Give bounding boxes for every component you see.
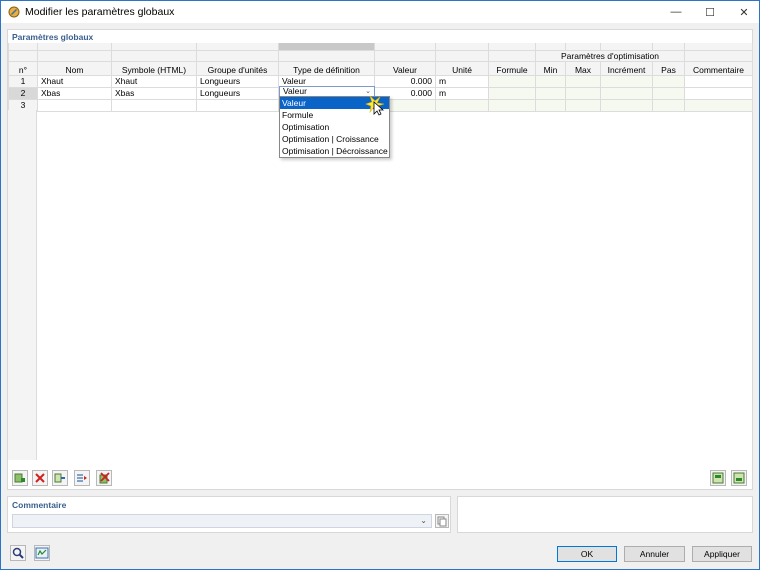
delete-row-button[interactable] xyxy=(32,470,48,486)
table-row[interactable]: 1 Xhaut Xhaut Longueurs Valeur 0.000 m xyxy=(8,74,753,88)
increment-cell[interactable] xyxy=(600,98,653,112)
formula-cell[interactable] xyxy=(488,74,536,88)
value-cell[interactable]: 0.000 xyxy=(374,74,436,88)
increment-cell[interactable] xyxy=(600,86,653,100)
delete-row-icon xyxy=(35,473,45,483)
close-button[interactable]: ✕ xyxy=(727,1,760,23)
move-row-button[interactable] xyxy=(74,470,90,486)
comment-title: Commentaire xyxy=(12,500,67,510)
comment-cell[interactable] xyxy=(684,86,753,100)
export-button[interactable] xyxy=(731,470,747,486)
max-cell[interactable] xyxy=(565,86,601,100)
step-cell[interactable] xyxy=(652,74,685,88)
comment-input[interactable]: ⌄ xyxy=(12,514,432,528)
maximize-button[interactable]: ☐ xyxy=(693,1,727,23)
mouse-cursor-icon xyxy=(365,95,385,116)
symbol-cell[interactable]: Xhaut xyxy=(111,74,197,88)
clear-table-button[interactable] xyxy=(96,470,112,486)
formula-cell[interactable] xyxy=(488,86,536,100)
window-title: Modifier les paramètres globaux xyxy=(25,6,175,18)
column-header[interactable]: Unité xyxy=(435,60,489,76)
cancel-button[interactable]: Annuler xyxy=(624,546,685,562)
increment-cell[interactable] xyxy=(600,74,653,88)
column-header[interactable]: Formule xyxy=(488,60,536,76)
comment-cell[interactable] xyxy=(684,74,753,88)
unit-group-cell[interactable]: Longueurs xyxy=(196,74,279,88)
panel-title: Paramètres globaux xyxy=(12,32,94,42)
column-header[interactable]: Max xyxy=(565,60,601,76)
comment-panel: Commentaire ⌄ xyxy=(7,496,451,533)
symbol-cell[interactable]: Xbas xyxy=(111,86,197,100)
max-cell[interactable] xyxy=(565,74,601,88)
move-row-icon xyxy=(77,474,87,482)
minimize-button[interactable]: — xyxy=(659,1,693,23)
optimization-group-header: Paramètres d'optimisation xyxy=(535,49,685,62)
unit-cell: m xyxy=(435,74,489,88)
dropdown-option-croissance[interactable]: Optimisation | Croissance xyxy=(280,133,389,145)
symbol-cell[interactable] xyxy=(111,98,197,112)
unit-cell xyxy=(435,98,489,112)
column-header[interactable]: Commentaire xyxy=(684,60,753,76)
row-header-area xyxy=(8,110,37,460)
column-header[interactable]: Valeur xyxy=(374,60,436,76)
name-cell[interactable]: Xbas xyxy=(37,86,112,100)
step-cell[interactable] xyxy=(652,98,685,112)
row-number[interactable]: 2 xyxy=(8,86,38,100)
chevron-down-icon[interactable]: ⌄ xyxy=(420,516,427,525)
name-cell[interactable]: Xhaut xyxy=(37,74,112,88)
column-header[interactable]: Type de définition xyxy=(278,60,375,76)
step-cell[interactable] xyxy=(652,86,685,100)
comment-cell[interactable] xyxy=(684,98,753,112)
max-cell[interactable] xyxy=(565,98,601,112)
import-icon xyxy=(712,472,724,484)
add-row-icon xyxy=(14,473,25,483)
title-bar: Modifier les paramètres globaux — ☐ ✕ xyxy=(0,0,760,23)
min-cell[interactable] xyxy=(535,86,566,100)
column-header[interactable]: Incrément xyxy=(600,60,653,76)
column-header[interactable]: Groupe d'unités xyxy=(196,60,279,76)
formula-cell[interactable] xyxy=(488,98,536,112)
dropdown-option-decroissance[interactable]: Optimisation | Décroissance xyxy=(280,145,389,157)
comment-edit-button[interactable] xyxy=(435,514,449,528)
copy-icon xyxy=(437,516,447,527)
ok-button[interactable]: OK xyxy=(557,546,617,562)
add-row-button[interactable] xyxy=(12,470,28,486)
name-cell[interactable] xyxy=(37,98,112,112)
insert-row-button[interactable] xyxy=(52,470,68,486)
column-header[interactable]: Symbole (HTML) xyxy=(111,60,197,76)
column-header[interactable]: Min xyxy=(535,60,566,76)
column-header[interactable]: Nom xyxy=(37,60,112,76)
column-header[interactable]: n° xyxy=(8,60,38,76)
dropdown-option-optimisation[interactable]: Optimisation xyxy=(280,121,389,133)
help-search-icon[interactable] xyxy=(10,545,26,561)
combobox-value: Valeur xyxy=(283,86,307,96)
column-header[interactable]: Pas xyxy=(652,60,685,76)
insert-row-icon xyxy=(54,473,65,483)
clear-table-icon xyxy=(99,472,110,484)
import-button[interactable] xyxy=(710,470,726,486)
app-icon xyxy=(8,6,20,18)
min-cell[interactable] xyxy=(535,74,566,88)
unit-cell: m xyxy=(435,86,489,100)
comment-preview-panel xyxy=(457,496,753,533)
unit-group-cell[interactable]: Longueurs xyxy=(196,86,279,100)
export-icon xyxy=(733,472,745,484)
min-cell[interactable] xyxy=(535,98,566,112)
unit-group-cell[interactable] xyxy=(196,98,279,112)
row-number[interactable]: 1 xyxy=(8,74,38,88)
apply-button[interactable]: Appliquer xyxy=(692,546,752,562)
units-settings-icon[interactable] xyxy=(34,545,50,561)
